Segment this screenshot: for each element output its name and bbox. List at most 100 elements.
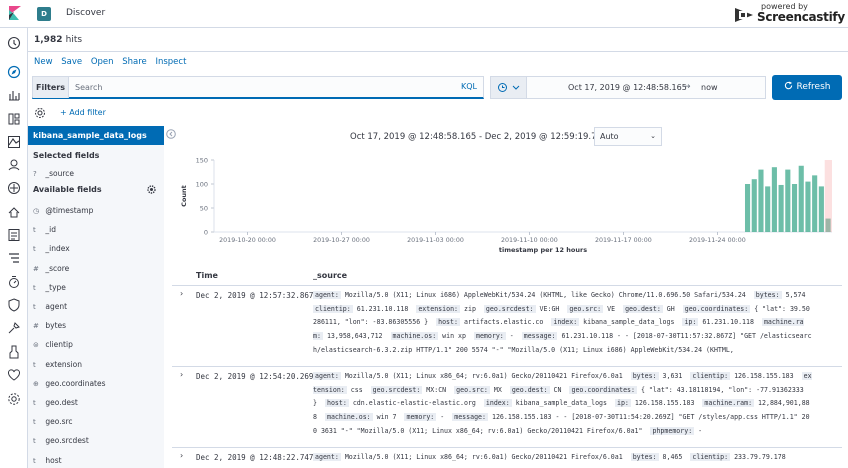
field-item[interactable]: # bytes bbox=[33, 321, 66, 330]
expand-row-chevron-icon[interactable]: › bbox=[180, 370, 183, 379]
source-field-key: geo.coordinates: bbox=[569, 385, 637, 394]
menu-new[interactable]: New bbox=[34, 57, 53, 67]
end-date[interactable]: now bbox=[701, 83, 718, 92]
logs-icon[interactable] bbox=[7, 228, 21, 242]
field-filter-gear-icon[interactable] bbox=[147, 185, 156, 194]
field-item[interactable]: t geo.srcdest bbox=[33, 436, 89, 445]
canvas-icon[interactable] bbox=[7, 135, 21, 149]
ml-icon[interactable] bbox=[7, 181, 21, 195]
space-avatar[interactable]: D bbox=[37, 7, 51, 21]
hits-count: 1,982 hits bbox=[34, 35, 82, 45]
field-item[interactable]: t extension bbox=[33, 360, 82, 369]
source-field-value: win 7 bbox=[376, 413, 397, 422]
refresh-button[interactable]: Refresh bbox=[772, 75, 842, 100]
interval-select[interactable]: Auto ⌄ bbox=[594, 127, 662, 146]
source-field: bytes: 5,574 bbox=[753, 291, 805, 299]
source-field-key: agent: bbox=[313, 291, 341, 299]
source-field: geo.dest: GH bbox=[623, 304, 675, 313]
quick-menu-button[interactable] bbox=[491, 77, 527, 98]
maps-icon[interactable] bbox=[7, 158, 21, 172]
source-field-key: clientip: bbox=[690, 453, 731, 461]
field-item[interactable]: t _type bbox=[33, 283, 66, 292]
stack-monitoring-icon[interactable] bbox=[7, 345, 21, 359]
field-name: _type bbox=[45, 282, 66, 292]
start-date[interactable]: Oct 17, 2019 @ 12:48:58.165 bbox=[568, 83, 687, 92]
kql-toggle[interactable]: KQL bbox=[461, 82, 477, 91]
discover-compass-icon[interactable] bbox=[7, 65, 21, 79]
source-field-value: - bbox=[440, 413, 445, 422]
source-field-key: host: bbox=[324, 399, 349, 408]
add-filter-button[interactable]: + Add filter bbox=[60, 108, 106, 117]
kibana-logo-icon[interactable] bbox=[8, 6, 22, 20]
source-field: geo.src: VE bbox=[567, 304, 616, 313]
siem-icon[interactable] bbox=[7, 298, 21, 312]
source-field-value: kibana_sample_data_logs bbox=[515, 399, 607, 408]
field-item[interactable]: t host bbox=[33, 456, 62, 465]
index-pattern-selector[interactable]: kibana_sample_data_logs bbox=[28, 126, 164, 145]
source-field: geo.dest: CN bbox=[509, 385, 561, 394]
source-field-value: zip bbox=[464, 304, 476, 313]
field-name: geo.dest bbox=[45, 398, 78, 407]
heartbeat-icon[interactable] bbox=[7, 368, 21, 382]
source-field: geo.src: MX bbox=[454, 385, 502, 394]
field-name: _id bbox=[45, 225, 56, 235]
field-type-icon: ⊜ bbox=[33, 341, 39, 350]
column-header-time[interactable]: Time bbox=[196, 271, 218, 280]
x-tick-label: 2019-11-17 00:00 bbox=[595, 237, 652, 244]
source-field-value: VE bbox=[607, 304, 616, 313]
row-source: agent: Mozilla/5.0 (X11; Linux i686) App… bbox=[313, 289, 813, 358]
field-item[interactable]: # _score bbox=[33, 264, 69, 273]
expand-row-chevron-icon[interactable]: › bbox=[180, 451, 183, 460]
field-item[interactable]: ⊕ geo.coordinates bbox=[33, 379, 106, 388]
partial-bucket-highlight bbox=[824, 160, 832, 232]
source-field-key: index: bbox=[551, 318, 580, 327]
source-field-key: geo.srcdest: bbox=[370, 385, 423, 394]
source-field-key: host: bbox=[436, 318, 460, 327]
visualize-chart-icon[interactable] bbox=[7, 88, 21, 102]
recent-clock-icon[interactable] bbox=[7, 36, 21, 50]
field-item[interactable]: t agent bbox=[33, 302, 67, 311]
management-gear-icon[interactable] bbox=[7, 392, 21, 406]
uptime-icon[interactable] bbox=[7, 275, 21, 289]
document-table-header: Time _source bbox=[172, 266, 842, 286]
source-field-key: phpmemory: bbox=[650, 426, 695, 435]
source-field-key: index: bbox=[483, 399, 512, 408]
field-item[interactable]: t geo.dest bbox=[33, 398, 78, 407]
field-item[interactable]: t geo.src bbox=[33, 417, 73, 426]
expand-row-chevron-icon[interactable]: › bbox=[180, 289, 183, 298]
source-field: clientip: 233.79.79.178 bbox=[690, 453, 786, 461]
field-item[interactable]: t _id bbox=[33, 225, 56, 234]
selected-fields-title: Selected fields bbox=[33, 151, 100, 160]
app-title: Discover bbox=[66, 8, 106, 18]
source-field: bytes: 3,631 bbox=[630, 372, 682, 380]
filter-settings-gear-icon[interactable] bbox=[34, 107, 46, 119]
field-type-icon: # bbox=[33, 264, 39, 273]
source-field-key: memory: bbox=[404, 413, 437, 422]
x-axis-label: timestamp per 12 hours bbox=[499, 246, 587, 254]
field-item[interactable]: ◷ @timestamp bbox=[33, 206, 93, 215]
field-item[interactable]: t _index bbox=[33, 244, 70, 253]
top-header: D Discover powered by Screencastify bbox=[0, 0, 848, 28]
source-field-key: bytes: bbox=[630, 453, 659, 461]
source-field-value: VE:GH bbox=[539, 304, 560, 313]
menu-save[interactable]: Save bbox=[61, 57, 82, 67]
x-tick-label: 2019-10-27 00:00 bbox=[313, 237, 370, 244]
dashboard-icon[interactable] bbox=[7, 112, 21, 126]
source-field: agent: Mozilla/5.0 (X11; Linux x86_64; r… bbox=[313, 453, 623, 461]
dev-tools-icon[interactable] bbox=[7, 321, 21, 335]
menu-open[interactable]: Open bbox=[91, 57, 114, 67]
field-item[interactable]: ⊜ clientip bbox=[33, 340, 73, 349]
apm-icon[interactable] bbox=[7, 251, 21, 265]
row-source: agent: Mozilla/5.0 (X11; Linux x86_64; r… bbox=[313, 370, 813, 439]
source-field-value: kibana_sample_data_logs bbox=[583, 318, 675, 327]
infrastructure-icon[interactable] bbox=[7, 205, 21, 219]
menu-inspect[interactable]: Inspect bbox=[155, 57, 186, 67]
field-item[interactable]: ? _source bbox=[33, 169, 74, 178]
source-field-value: 126.158.155.183 bbox=[734, 372, 794, 380]
source-field: clientip: 126.158.155.183 bbox=[690, 372, 794, 380]
column-header-source[interactable]: _source bbox=[313, 271, 347, 280]
menu-share[interactable]: Share bbox=[122, 57, 147, 67]
collapse-sidebar-icon[interactable] bbox=[166, 129, 176, 139]
search-input[interactable] bbox=[75, 80, 455, 95]
source-field-key: machine.ram: bbox=[702, 399, 755, 408]
